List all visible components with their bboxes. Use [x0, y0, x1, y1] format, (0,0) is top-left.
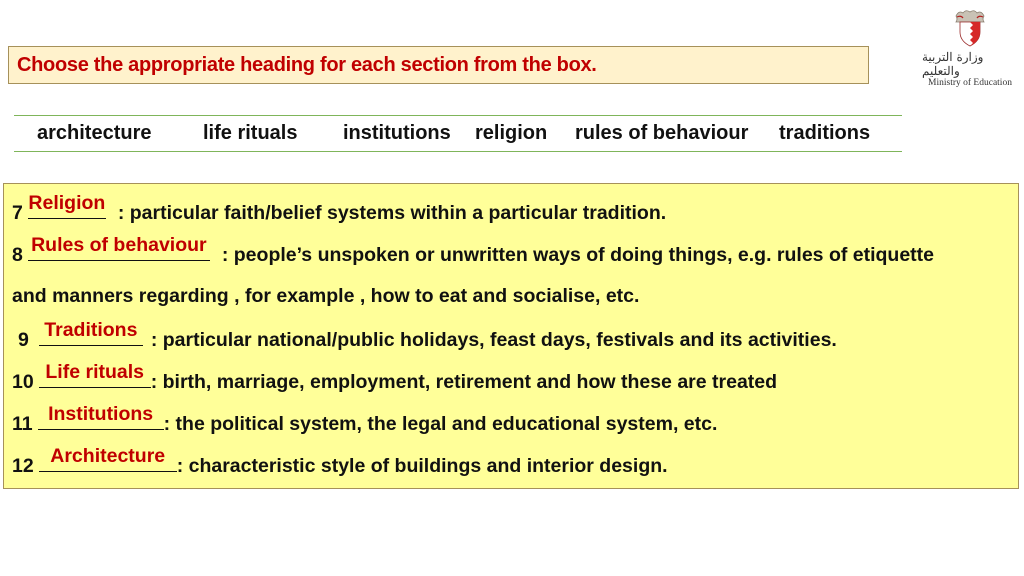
- answer-blank[interactable]: Traditions: [38, 319, 143, 346]
- answer-text: Life rituals: [45, 361, 144, 383]
- answer-blank[interactable]: Religion: [27, 192, 106, 219]
- coat-of-arms-icon: [955, 10, 985, 47]
- item-number: 10: [12, 371, 34, 393]
- exercise-item: 8 Rules of behaviour : people’s unspoken o…: [12, 234, 935, 267]
- item-number: 12: [12, 455, 34, 477]
- ministry-logo: وزارة التربية والتعليم Ministry of Educa…: [922, 8, 1018, 92]
- answer-text: Religion: [28, 192, 106, 214]
- word-bank-item: architecture: [37, 122, 152, 144]
- answer-text: Institutions: [48, 403, 154, 425]
- exercise-item: 10 Life rituals : birth, marriage, employm…: [12, 361, 778, 394]
- item-number: 11: [12, 413, 33, 435]
- item-number: 8: [12, 244, 23, 266]
- item-definition: : particular national/public holidays, f…: [150, 329, 837, 351]
- logo-english-text: Ministry of Education: [928, 78, 1012, 88]
- exercise-item-continuation: and manners regarding , for example , ho…: [12, 285, 639, 308]
- item-number: 7: [12, 202, 23, 224]
- instruction-title: Choose the appropriate heading for each …: [17, 53, 597, 76]
- word-bank: architecture life rituals institutions r…: [14, 115, 902, 152]
- answer-text: Traditions: [44, 319, 138, 341]
- word-bank-item: religion: [475, 122, 548, 144]
- word-bank-item: traditions: [779, 122, 871, 144]
- item-number: 9: [18, 329, 29, 351]
- item-definition: : people’s unspoken or unwritten ways of…: [221, 244, 935, 266]
- exercise-item: 12 Architecture : characteristic style of …: [12, 445, 668, 478]
- answer-blank[interactable]: Rules of behaviour: [27, 234, 210, 261]
- answer-text: Architecture: [50, 445, 166, 467]
- exercise-item: 7 Religion : particular faith/belief syste…: [12, 192, 667, 225]
- exercise-panel: 7 Religion : particular faith/belief syste…: [3, 183, 1019, 489]
- logo-arabic-text: وزارة التربية والتعليم: [922, 50, 984, 78]
- exercise-item: 11 Institutions : the political system, th…: [12, 403, 718, 436]
- instruction-banner: Choose the appropriate heading for each …: [8, 46, 869, 84]
- exercise-item: 9 Traditions : particular national/public …: [18, 319, 837, 352]
- answer-blank[interactable]: Institutions: [37, 403, 164, 430]
- item-definition: : birth, marriage, employment, retiremen…: [150, 371, 778, 393]
- answer-text: Rules of behaviour: [31, 234, 207, 256]
- answer-blank[interactable]: Life rituals: [38, 361, 151, 388]
- item-definition: : the political system, the legal and ed…: [163, 413, 718, 435]
- answer-blank[interactable]: Architecture: [38, 445, 177, 472]
- item-definition: : particular faith/belief systems within…: [117, 202, 667, 224]
- item-definition-continuation: and manners regarding , for example , ho…: [12, 285, 640, 307]
- word-bank-item: rules of behaviour: [575, 122, 749, 144]
- word-bank-item: institutions: [343, 122, 451, 144]
- word-bank-item: life rituals: [203, 122, 298, 144]
- item-definition: : characteristic style of buildings and …: [176, 455, 668, 477]
